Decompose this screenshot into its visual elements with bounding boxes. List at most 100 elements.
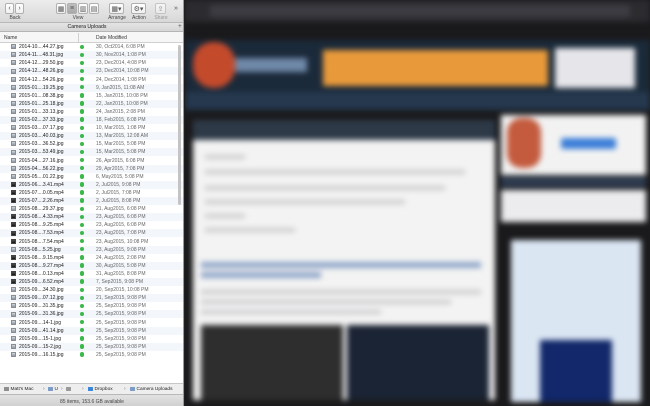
file-name: 2015-02....37.33.jpg xyxy=(19,117,64,124)
arrange-button[interactable]: ▦▾ xyxy=(109,3,124,14)
file-row[interactable]: 2014-12....54.26.jpg 24, Dec2014, 1:08 PM xyxy=(0,75,183,83)
file-name: 2015-01....25.18.jpg xyxy=(19,100,64,107)
file-row[interactable]: 2015-08....7.53.mp4 23, Aug2015, 7:08 PM xyxy=(0,229,183,238)
file-row[interactable]: 2015-09....6.52.mp4 7, Sep2015, 9:08 PM xyxy=(0,277,183,286)
file-name: 2014-10....44.27.jpg xyxy=(19,44,64,51)
file-row[interactable]: 2015-05....01.22.jpg 6, May2015, 5:08 PM xyxy=(0,173,183,181)
sync-status-icon xyxy=(80,238,85,244)
file-row[interactable]: 2015-09....16.15.jpg 25, Sep2015, 9:08 PM xyxy=(0,351,183,359)
file-row[interactable]: 2014-12....48.26.jpg 23, Dec2014, 10:08 P… xyxy=(0,67,183,76)
computer-icon xyxy=(4,387,9,391)
file-list: 2014-10....44.27.jpg 30, Oct2014, 6:08 PM… xyxy=(0,43,183,383)
article-header-bar xyxy=(193,120,495,140)
sync-status-icon xyxy=(80,149,85,155)
file-row[interactable]: 2015-09....31.35.jpg 25, Sep2015, 9:08 PM xyxy=(0,302,183,310)
action-button[interactable]: ⚙▾ xyxy=(131,3,146,14)
file-row[interactable]: 2014-12....29.50.jpg 23, Dec2014, 4:08 PM xyxy=(0,59,183,67)
file-row[interactable]: 2015-09....14-1.jpg 25, Sep2015, 9:08 PM xyxy=(0,318,183,326)
file-row[interactable]: 2015-03....36.52.jpg 15, Mar2015, 5:08 PM xyxy=(0,140,183,148)
image-file-icon xyxy=(11,60,16,66)
file-row[interactable]: 2014-11....48.31.jpg 30, Nov2014, 1:08 PM xyxy=(0,51,183,60)
file-name: 2015-09....31.35.jpg xyxy=(19,303,64,310)
file-row[interactable]: 2015-08....29.37.jpg 21, Aug2015, 6:08 PM xyxy=(0,205,183,213)
toolbar-overflow-button[interactable]: » xyxy=(171,3,181,14)
icon-view-button[interactable]: ▦ xyxy=(56,3,66,14)
file-row[interactable]: 2015-01....19.25.jpg 9, Jan2015, 11:08 AM xyxy=(0,83,183,92)
path-item-camera-uploads[interactable]: Camera Uploads xyxy=(130,387,173,392)
file-row[interactable]: 2015-03....53.49.jpg 15, Mar2015, 5:08 PM xyxy=(0,148,183,157)
file-row[interactable]: 2014-10....44.27.jpg 30, Oct2014, 6:08 PM xyxy=(0,43,183,51)
status-text: 85 items, 153.6 GB available xyxy=(60,398,124,405)
file-row[interactable]: 2015-09....34.30.jpg 20, Sep2015, 10:08 P… xyxy=(0,286,183,294)
path-item-home[interactable] xyxy=(66,386,73,391)
file-date-modified: 24, Dec2014, 1:08 PM xyxy=(96,76,146,83)
view-label: View xyxy=(72,15,84,21)
file-row[interactable]: 2015-01....33.13.jpg 24, Jan2015, 2:08 PM xyxy=(0,108,183,116)
column-header-name[interactable]: Name xyxy=(4,35,17,41)
back-label: Back xyxy=(9,15,21,21)
file-row[interactable]: 2015-04....27.16.jpg 26, Apr2015, 6:08 PM xyxy=(0,156,183,164)
sync-status-icon xyxy=(80,328,85,333)
gear-icon: ⚙▾ xyxy=(133,5,144,13)
file-name: 2015-09....16.15.jpg xyxy=(19,351,64,358)
chevron-left-icon: ‹ xyxy=(8,5,11,12)
column-header-date-modified[interactable]: Date Modified xyxy=(96,35,127,41)
file-row[interactable]: 2015-08....9.15.mp4 24, Aug2015, 2:08 PM xyxy=(0,254,183,262)
image-file-icon xyxy=(11,68,16,74)
address-bar[interactable] xyxy=(210,5,630,17)
file-row[interactable]: 2015-08....9.27.mp4 30, Aug2015, 5:08 PM xyxy=(0,261,183,270)
file-row[interactable]: 2015-08....9.25.mp4 23, Aug2015, 6:08 PM xyxy=(0,221,183,229)
path-item-users[interactable]: U xyxy=(48,387,58,392)
file-row[interactable]: 2015-03....07.17.jpg 10, Mar2015, 1:08 PM xyxy=(0,124,183,132)
folder-icon xyxy=(130,387,135,391)
file-date-modified: 21, Aug2015, 6:08 PM xyxy=(96,206,146,213)
scrollbar-thumb[interactable] xyxy=(178,45,181,205)
sync-status-icon xyxy=(80,157,85,163)
file-row[interactable]: 2015-01....08.38.jpg 15, Jan2015, 10:08 P… xyxy=(0,92,183,100)
sync-status-icon xyxy=(80,60,85,66)
file-row[interactable]: 2015-09....07.12.jpg 21, Sep2015, 9:08 PM xyxy=(0,294,183,303)
file-row[interactable]: 2015-07....2.26.mp4 2, Jul2015, 8:08 PM xyxy=(0,196,183,205)
folder-title-bar: Camera Uploads + xyxy=(0,23,183,32)
new-tab-button[interactable]: + xyxy=(178,23,182,30)
banner-ad-secondary xyxy=(555,48,635,88)
file-row[interactable]: 2015-09....31.36.jpg 25, Sep2015, 9:08 PM xyxy=(0,310,183,319)
file-date-modified: 25, Sep2015, 9:08 PM xyxy=(96,335,146,342)
video-file-icon xyxy=(11,279,16,285)
forward-button[interactable]: › xyxy=(15,3,24,14)
back-button[interactable]: ‹ xyxy=(5,3,14,14)
file-row[interactable]: 2015-08....7.54.mp4 23, Aug2015, 10:08 PM xyxy=(0,237,183,245)
file-row[interactable]: 2015-09....15-1.jpg 25, Sep2015, 9:08 PM xyxy=(0,335,183,343)
file-row[interactable]: 2015-04....56.22.jpg 29, Apr2015, 7:08 PM xyxy=(0,164,183,173)
file-date-modified: 23, Aug2015, 6:08 PM xyxy=(96,222,146,229)
file-row[interactable]: 2015-09....15-2.jpg 25, Sep2015, 9:08 PM xyxy=(0,342,183,351)
file-row[interactable]: 2015-08....0.13.mp4 31, Aug2015, 8:08 PM xyxy=(0,270,183,278)
image-file-icon xyxy=(11,133,16,139)
site-nav-bar xyxy=(185,92,650,110)
path-item-dropbox[interactable]: Dropbox xyxy=(88,387,113,392)
file-row[interactable]: 2015-03....40.03.jpg 13, Mar2015, 12:08 A… xyxy=(0,132,183,141)
file-row[interactable]: 2015-07....0.05.mp4 2, Jul2015, 7:08 PM xyxy=(0,189,183,197)
image-file-icon xyxy=(11,141,16,147)
video-file-icon xyxy=(11,222,16,228)
file-row[interactable]: 2015-02....37.33.jpg 18, Feb2015, 6:08 PM xyxy=(0,115,183,124)
column-view-button[interactable]: ▥ xyxy=(78,3,88,14)
image-file-icon xyxy=(11,109,16,115)
path-item-mac[interactable]: Matt's Mac xyxy=(4,387,34,392)
sidebar-button xyxy=(561,138,616,149)
file-row[interactable]: 2015-08....5.25.jpg 23, Aug2015, 9:08 PM xyxy=(0,245,183,254)
file-row[interactable]: 2015-06....3.41.mp4 2, Jul2015, 9:08 PM xyxy=(0,180,183,189)
video-file-icon xyxy=(11,238,16,244)
file-name: 2015-09....34.30.jpg xyxy=(19,287,64,294)
file-row[interactable]: 2015-08....4.33.mp4 23, Aug2015, 6:08 PM xyxy=(0,213,183,222)
file-row[interactable]: 2015-01....25.18.jpg 22, Jan2015, 10:08 P… xyxy=(0,99,183,108)
sync-status-icon xyxy=(80,271,85,276)
list-view-button[interactable]: ≡ xyxy=(67,3,77,14)
share-button[interactable]: ⇪ xyxy=(155,3,166,14)
file-row[interactable]: 2015-09....41.14.jpg 25, Sep2015, 9:08 PM xyxy=(0,326,183,335)
coverflow-view-button[interactable]: ▤ xyxy=(89,3,99,14)
file-name: 2014-12....48.26.jpg xyxy=(19,68,64,75)
file-date-modified: 25, Sep2015, 9:08 PM xyxy=(96,319,146,326)
column-divider[interactable] xyxy=(78,33,79,42)
file-list-scrollbar[interactable] xyxy=(177,43,182,383)
